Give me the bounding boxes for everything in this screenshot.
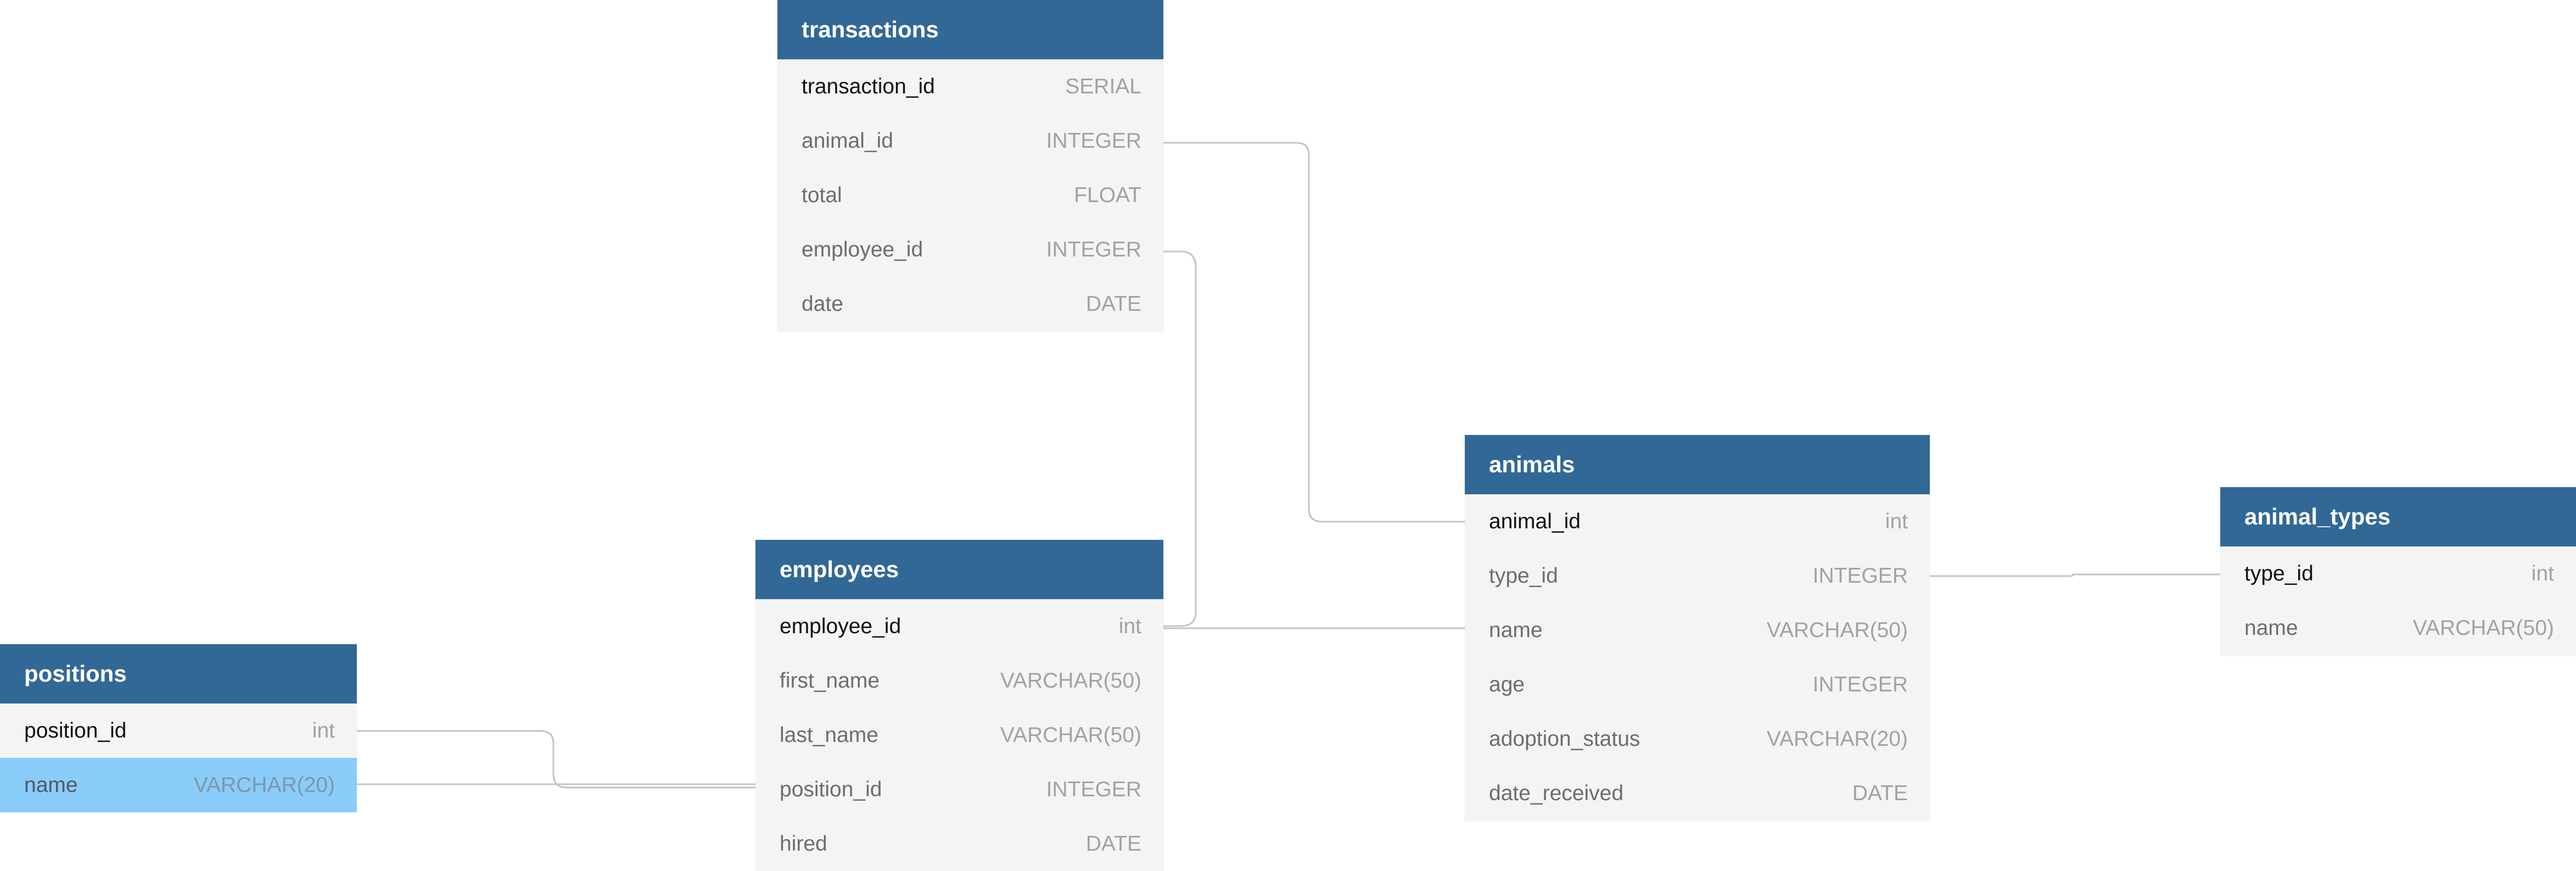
column-type: VARCHAR(20) bbox=[193, 773, 335, 797]
table-row[interactable]: transaction_id SERIAL bbox=[777, 59, 1163, 114]
table-row[interactable]: date_received DATE bbox=[1465, 766, 1930, 820]
table-row[interactable]: last_name VARCHAR(50) bbox=[755, 708, 1163, 762]
table-header[interactable]: positions bbox=[0, 644, 357, 704]
column-type: int bbox=[1118, 614, 1141, 638]
column-name: animal_id bbox=[802, 129, 893, 153]
column-type: int bbox=[1885, 509, 1908, 533]
table-row[interactable]: position_id int bbox=[0, 704, 357, 758]
table-row[interactable]: animal_id INTEGER bbox=[777, 114, 1163, 168]
column-name: first_name bbox=[780, 668, 880, 693]
column-type: DATE bbox=[1085, 292, 1141, 316]
column-name: age bbox=[1489, 672, 1525, 696]
edge-transactions-employees[interactable] bbox=[1163, 250, 1197, 627]
table-title: animals bbox=[1489, 451, 1575, 477]
column-name: adoption_status bbox=[1489, 727, 1640, 751]
column-name: transaction_id bbox=[802, 74, 935, 98]
edge-animals-animal-types[interactable] bbox=[1930, 573, 2220, 577]
table-header[interactable]: animals bbox=[1465, 435, 1930, 494]
table-row[interactable]: animal_id int bbox=[1465, 494, 1930, 549]
column-name: position_id bbox=[24, 718, 127, 742]
table-title: employees bbox=[780, 556, 899, 582]
column-type: VARCHAR(50) bbox=[1766, 618, 1908, 642]
table-employees[interactable]: employees employee_id int first_name VARCH… bbox=[755, 540, 1163, 871]
column-name: employee_id bbox=[802, 237, 923, 261]
column-type: VARCHAR(50) bbox=[1000, 668, 1141, 693]
column-name: date bbox=[802, 292, 843, 316]
column-name: hired bbox=[780, 831, 827, 856]
table-row[interactable]: type_id INTEGER bbox=[1465, 549, 1930, 603]
column-name: last_name bbox=[780, 723, 878, 747]
column-type: int bbox=[312, 718, 335, 742]
table-positions[interactable]: positions position_id int name VARCHAR(20) bbox=[0, 644, 357, 812]
column-type: INTEGER bbox=[1812, 563, 1908, 588]
column-type: INTEGER bbox=[1046, 777, 1141, 801]
table-title: positions bbox=[24, 661, 127, 686]
table-row[interactable]: employee_id int bbox=[755, 599, 1163, 654]
column-type: FLOAT bbox=[1074, 183, 1141, 207]
table-row[interactable]: age INTEGER bbox=[1465, 657, 1930, 712]
column-name: name bbox=[1489, 618, 1543, 642]
table-header[interactable]: employees bbox=[755, 540, 1163, 599]
table-row[interactable]: type_id int bbox=[2220, 546, 2576, 601]
column-name: type_id bbox=[2244, 561, 2314, 585]
column-type: int bbox=[2531, 561, 2554, 585]
table-row[interactable]: employee_id INTEGER bbox=[777, 222, 1163, 277]
table-title: animal_types bbox=[2244, 504, 2391, 529]
edge-transactions-animals[interactable] bbox=[1163, 142, 1465, 523]
table-row[interactable]: position_id INTEGER bbox=[755, 762, 1163, 817]
column-type: INTEGER bbox=[1046, 237, 1141, 261]
column-name: total bbox=[802, 183, 842, 207]
table-row[interactable]: name VARCHAR(50) bbox=[2220, 601, 2576, 655]
column-name: employee_id bbox=[780, 614, 901, 638]
table-animals[interactable]: animals animal_id int type_id INTEGER name… bbox=[1465, 435, 1930, 820]
column-type: INTEGER bbox=[1812, 672, 1908, 696]
table-row[interactable]: name VARCHAR(50) bbox=[1465, 603, 1930, 657]
table-row[interactable]: hired DATE bbox=[755, 817, 1163, 871]
column-name: date_received bbox=[1489, 781, 1624, 805]
table-animal-types[interactable]: animal_types type_id int name VARCHAR(50) bbox=[2220, 487, 2576, 655]
edge-positions-employees-a[interactable] bbox=[357, 730, 755, 789]
column-type: INTEGER bbox=[1046, 129, 1141, 153]
table-title: transactions bbox=[802, 16, 939, 42]
table-row[interactable]: date DATE bbox=[777, 277, 1163, 331]
column-type: VARCHAR(50) bbox=[1000, 723, 1141, 747]
column-name: name bbox=[2244, 616, 2298, 640]
column-type: SERIAL bbox=[1065, 74, 1141, 98]
relationship-lines bbox=[357, 142, 2220, 789]
table-header[interactable]: transactions bbox=[777, 0, 1163, 59]
table-row[interactable]: total FLOAT bbox=[777, 168, 1163, 222]
table-row[interactable]: first_name VARCHAR(50) bbox=[755, 654, 1163, 708]
column-name: type_id bbox=[1489, 563, 1558, 588]
column-type: DATE bbox=[1852, 781, 1908, 805]
table-header[interactable]: animal_types bbox=[2220, 487, 2576, 546]
table-transactions[interactable]: transactions transaction_id SERIAL animal… bbox=[777, 0, 1163, 331]
column-name: animal_id bbox=[1489, 509, 1581, 533]
table-row-selected[interactable]: name VARCHAR(20) bbox=[0, 758, 357, 812]
column-name: name bbox=[24, 773, 78, 797]
table-row[interactable]: adoption_status VARCHAR(20) bbox=[1465, 712, 1930, 766]
column-type: DATE bbox=[1085, 831, 1141, 856]
column-type: VARCHAR(20) bbox=[1766, 727, 1908, 751]
column-name: position_id bbox=[780, 777, 882, 801]
column-type: VARCHAR(50) bbox=[2412, 616, 2554, 640]
